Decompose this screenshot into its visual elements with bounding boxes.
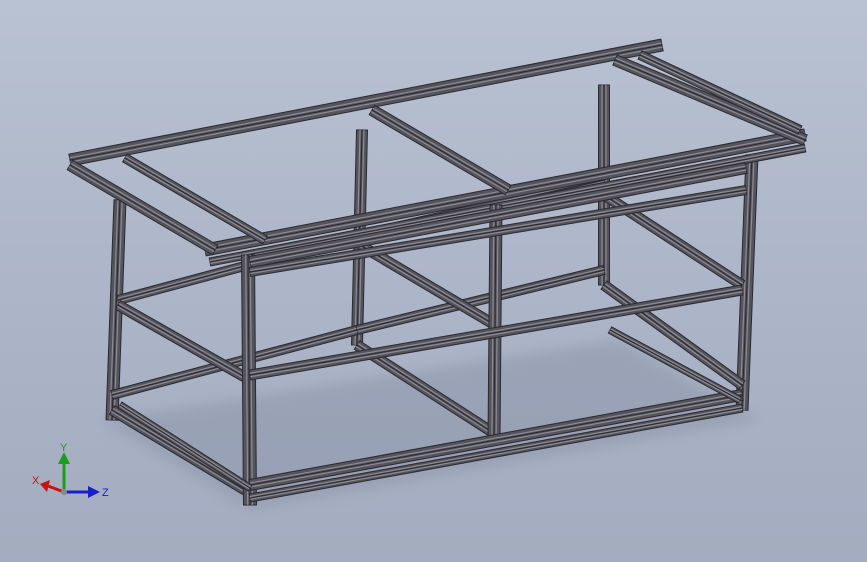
graphics-viewport[interactable]: Y Z X <box>0 0 867 562</box>
frame-model[interactable] <box>0 0 867 562</box>
top-cross-left-2[interactable] <box>122 153 268 245</box>
leg-front-mid[interactable] <box>487 204 503 441</box>
z-axis-label: Z <box>102 487 109 499</box>
coordinate-triad: Y Z X <box>32 442 109 499</box>
leg-front-left[interactable] <box>240 254 258 506</box>
y-axis-label: Y <box>60 442 68 454</box>
top-cross-left[interactable] <box>66 159 219 256</box>
origin-icon <box>61 489 67 495</box>
x-axis-arrow-icon <box>40 480 50 492</box>
top-cross-right-2[interactable] <box>637 50 803 135</box>
x-axis-label: X <box>32 475 40 487</box>
z-axis-arrow-icon <box>88 486 100 498</box>
top-cross-right[interactable] <box>612 54 808 146</box>
top-cross-mid[interactable] <box>368 104 512 196</box>
